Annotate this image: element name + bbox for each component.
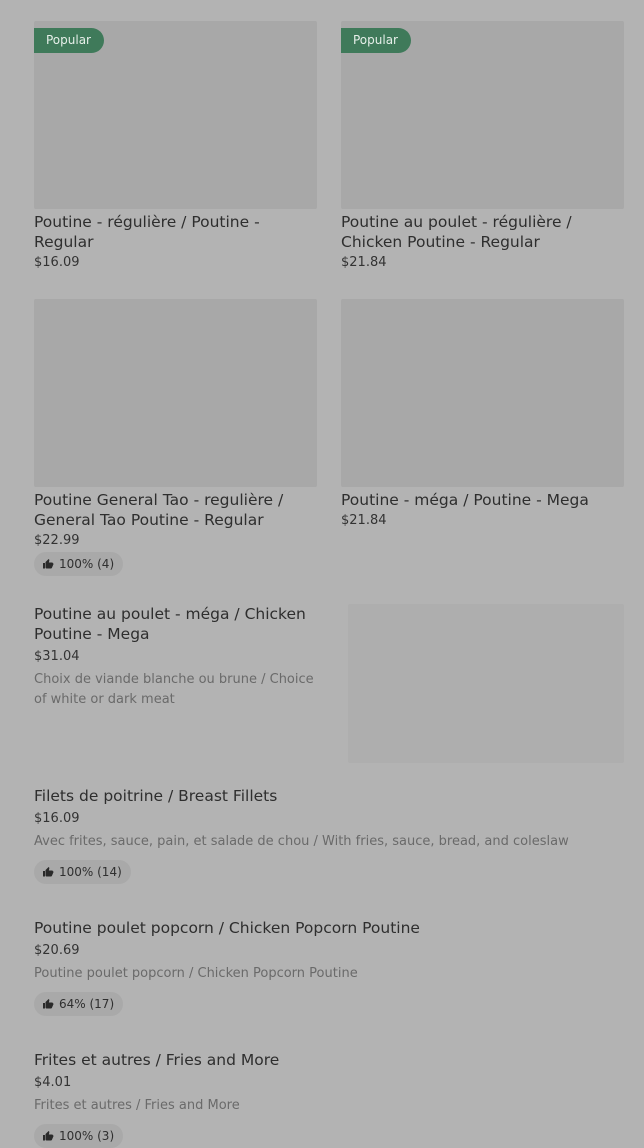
menu-item-chicken-poutine-mega[interactable]: Poutine au poulet - méga / Chicken Pouti… bbox=[34, 604, 330, 710]
rating-text: 100% (4) bbox=[59, 557, 115, 571]
menu-item-title: Poutine poulet popcorn / Chicken Popcorn… bbox=[34, 919, 420, 937]
menu-item-image[interactable] bbox=[348, 604, 624, 763]
menu-item-title: Poutine General Tao - regulière / Genera… bbox=[34, 491, 284, 529]
menu-item-title: Filets de poitrine / Breast Fillets bbox=[34, 787, 278, 805]
menu-item-title: Poutine au poulet - régulière / Chicken … bbox=[341, 213, 572, 251]
menu-item-description: Avec frites, sauce, pain, et salade de c… bbox=[34, 834, 569, 849]
menu-item-price: $21.84 bbox=[341, 513, 387, 528]
rating-text: 100% (3) bbox=[59, 1129, 115, 1143]
popular-badge: Popular bbox=[341, 28, 411, 53]
menu-item-title: Poutine - méga / Poutine - Mega bbox=[341, 491, 589, 509]
menu-item-fries-and-more[interactable]: Frites et autres / Fries and More $4.01 … bbox=[34, 1050, 624, 1148]
menu-item-description: Frites et autres / Fries and More bbox=[34, 1098, 240, 1113]
menu-item-title: Poutine au poulet - méga / Chicken Pouti… bbox=[34, 605, 306, 643]
menu-card-general-tao-poutine-regular[interactable]: Poutine General Tao - regulière / Genera… bbox=[34, 299, 317, 576]
rating-pill: 100% (3) bbox=[34, 1124, 124, 1148]
menu-item-image: Popular bbox=[341, 21, 624, 209]
menu-card-poutine-regular[interactable]: Popular Poutine - régulière / Poutine - … bbox=[34, 21, 317, 270]
menu-item-price: $20.69 bbox=[34, 943, 80, 958]
popular-badge: Popular bbox=[34, 28, 104, 53]
menu-item-price: $22.99 bbox=[34, 533, 80, 548]
rating-pill: 100% (4) bbox=[34, 552, 124, 576]
menu-item-image bbox=[34, 299, 317, 487]
menu-item-title: Poutine - régulière / Poutine - Regular bbox=[34, 213, 260, 251]
menu-item-description: Choix de viande blanche ou brune / Choic… bbox=[34, 672, 314, 707]
menu-item-price: $31.04 bbox=[34, 649, 80, 664]
thumbs-up-icon bbox=[43, 559, 54, 569]
rating-text: 100% (14) bbox=[59, 865, 122, 879]
menu-item-breast-fillets[interactable]: Filets de poitrine / Breast Fillets $16.… bbox=[34, 786, 624, 884]
menu-item-price: $4.01 bbox=[34, 1075, 72, 1090]
menu-item-image bbox=[341, 299, 624, 487]
rating-pill: 64% (17) bbox=[34, 992, 124, 1016]
menu-card-poutine-mega[interactable]: Poutine - méga / Poutine - Mega $21.84 bbox=[341, 299, 624, 528]
menu-item-description: Poutine poulet popcorn / Chicken Popcorn… bbox=[34, 966, 358, 981]
thumbs-up-icon bbox=[43, 867, 54, 877]
menu-item-price: $21.84 bbox=[341, 255, 387, 270]
thumbs-up-icon bbox=[43, 1131, 54, 1141]
rating-text: 64% (17) bbox=[59, 997, 115, 1011]
rating-pill: 100% (14) bbox=[34, 860, 131, 884]
menu-item-price: $16.09 bbox=[34, 811, 80, 826]
menu-card-chicken-poutine-regular[interactable]: Popular Poutine au poulet - régulière / … bbox=[341, 21, 624, 270]
menu-item-title: Frites et autres / Fries and More bbox=[34, 1051, 280, 1069]
menu-item-image: Popular bbox=[34, 21, 317, 209]
thumbs-up-icon bbox=[43, 999, 54, 1009]
menu-item-price: $16.09 bbox=[34, 255, 80, 270]
menu-item-chicken-popcorn-poutine[interactable]: Poutine poulet popcorn / Chicken Popcorn… bbox=[34, 918, 624, 1016]
